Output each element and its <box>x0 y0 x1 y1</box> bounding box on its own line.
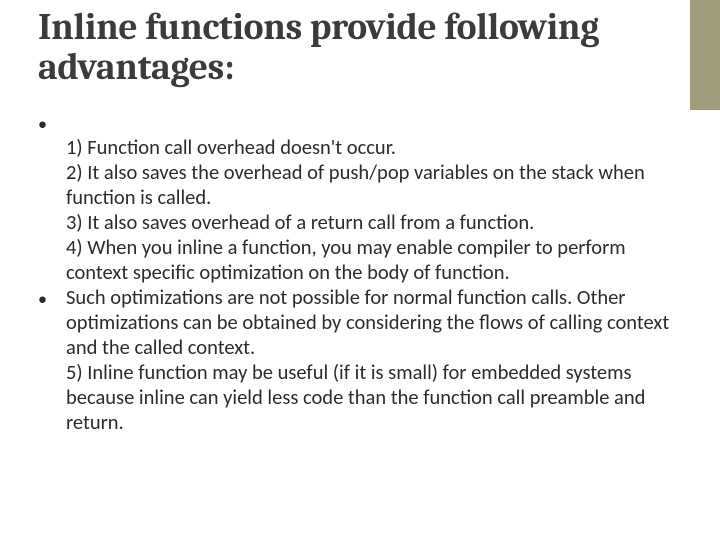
line-2-1: Such optimizations are not possible for … <box>66 284 669 360</box>
bullet-text-block-1: 1) Function call overhead doesn't occur.… <box>66 135 682 285</box>
slide-title: Inline functions provide following advan… <box>38 8 682 88</box>
bullet-marker: • <box>38 110 66 136</box>
slide-body: • 1) Function call overhead doesn't occu… <box>38 110 682 436</box>
bullet-text-block-2: Such optimizations are not possible for … <box>66 285 682 435</box>
slide-content: Inline functions provide following advan… <box>0 0 720 455</box>
bullet-marker: • <box>38 285 66 311</box>
bullet-marker-blank <box>38 135 66 139</box>
bullet-item: 1) Function call overhead doesn't occur.… <box>38 135 682 285</box>
line-1-3: 3) It also saves overhead of a return ca… <box>66 209 534 235</box>
bullet-text-empty <box>66 110 682 124</box>
accent-strip <box>690 0 720 110</box>
line-1-1: 1) Function call overhead doesn't occur. <box>66 134 396 160</box>
line-1-2: 2) It also saves the overhead of push/po… <box>66 159 645 210</box>
line-1-4: 4) When you inline a function, you may e… <box>66 234 626 285</box>
bullet-item: • <box>38 110 682 136</box>
line-2-2: 5) Inline function may be useful (if it … <box>66 359 645 435</box>
bullet-item: • Such optimizations are not possible fo… <box>38 285 682 435</box>
